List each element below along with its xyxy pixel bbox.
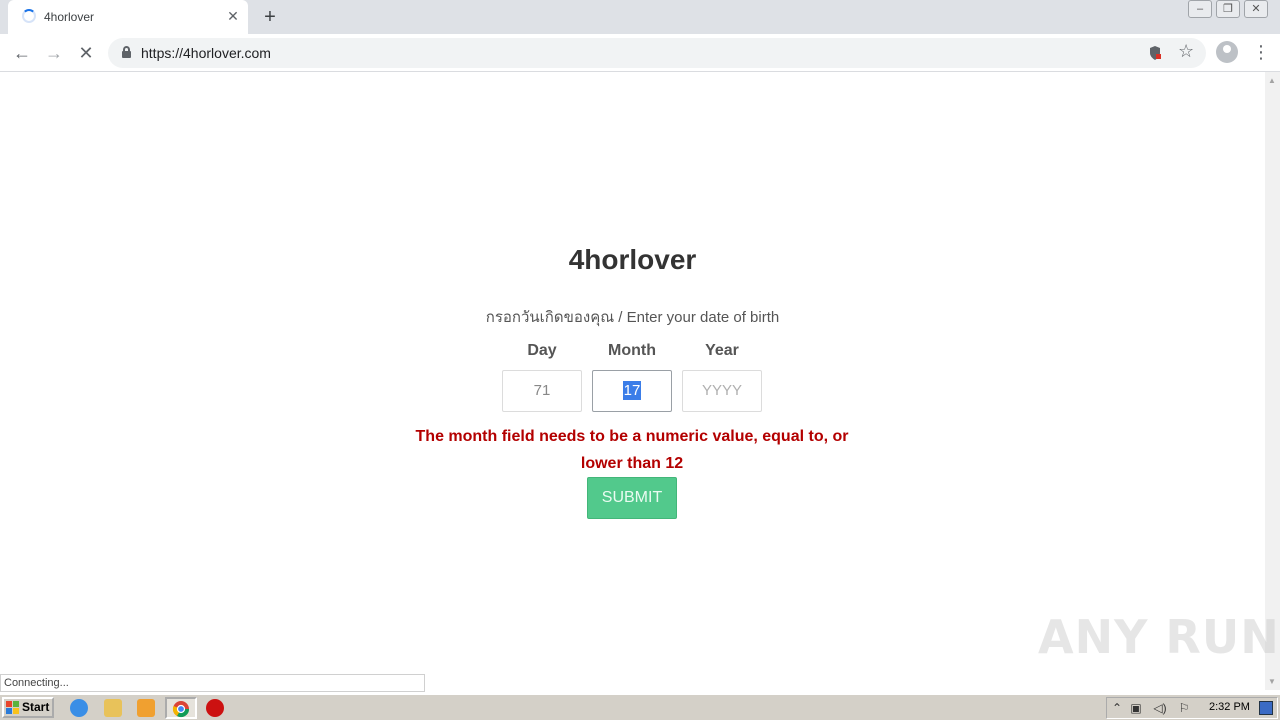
restore-icon[interactable]: ❐ — [1216, 0, 1240, 18]
bookmark-star-icon[interactable]: ☆ — [1178, 41, 1194, 62]
dob-prompt: กรอกวันเกิดของคุณ / Enter your date of b… — [485, 309, 780, 326]
chrome-icon — [172, 701, 190, 718]
submit-button[interactable]: SUBMIT — [587, 477, 677, 519]
windows-logo-icon — [6, 701, 19, 714]
stop-loading-icon[interactable]: ✕ — [74, 41, 98, 65]
day-input[interactable]: 71 — [502, 370, 582, 412]
kebab-menu-icon[interactable]: ⋮ — [1252, 41, 1270, 65]
scroll-up-icon[interactable]: ▲ — [1268, 76, 1277, 85]
vertical-scrollbar[interactable]: ▲ ▼ — [1265, 72, 1280, 690]
new-tab-button[interactable]: + — [258, 5, 282, 29]
loading-spinner-icon — [22, 9, 36, 23]
browser-toolbar: ← → ✕ https://4horlover.com ☆ ⋮ — [0, 34, 1280, 72]
tab-title: 4horlover — [44, 10, 95, 24]
forward-icon[interactable]: → — [42, 41, 66, 65]
close-tab-icon[interactable]: ✕ — [224, 7, 242, 25]
tray-expand-icon[interactable]: ⌃ — [1110, 701, 1124, 715]
profile-avatar-icon[interactable] — [1216, 41, 1238, 63]
year-label: Year — [705, 342, 739, 359]
year-input[interactable]: YYYY — [682, 370, 762, 412]
status-bar: Connecting... — [0, 674, 425, 692]
lock-icon[interactable] — [122, 46, 131, 58]
tab-strip: 4horlover ✕ + – ❐ ✕ — [0, 0, 1280, 34]
year-placeholder: YYYY — [701, 382, 743, 399]
stop-icon[interactable] — [206, 699, 224, 717]
site-title: 4horlover — [568, 244, 697, 275]
taskbar: Start ⌃ ▣ ◁) ⚐ 2:32 PM — [0, 694, 1280, 720]
show-desktop-icon[interactable] — [1259, 701, 1273, 715]
volume-icon[interactable]: ◁) — [1153, 701, 1167, 715]
address-bar[interactable]: https://4horlover.com ☆ — [108, 38, 1206, 68]
day-label: Day — [527, 342, 557, 359]
chrome-taskbar-button[interactable] — [165, 697, 197, 719]
anyrun-watermark: ANY RUN — [1038, 610, 1280, 664]
internet-explorer-icon[interactable] — [70, 699, 88, 717]
month-label: Month — [608, 342, 656, 359]
file-explorer-icon[interactable] — [104, 699, 122, 717]
month-value-selected: 17 — [622, 381, 642, 400]
system-tray: ⌃ ▣ ◁) ⚐ 2:32 PM — [1106, 697, 1278, 719]
clock[interactable]: 2:32 PM — [1209, 701, 1250, 713]
media-player-icon[interactable] — [137, 699, 155, 717]
close-window-icon[interactable]: ✕ — [1244, 0, 1268, 18]
minimize-icon[interactable]: – — [1188, 0, 1212, 18]
action-center-flag-icon[interactable]: ⚐ — [1177, 701, 1191, 715]
month-input[interactable]: 17 — [592, 370, 672, 412]
start-label: Start — [22, 700, 50, 714]
blocked-shield-icon[interactable] — [1148, 45, 1162, 61]
day-value: 71 — [533, 382, 551, 399]
validation-error: The month field needs to be a numeric va… — [415, 428, 849, 472]
scroll-down-icon[interactable]: ▼ — [1268, 677, 1277, 686]
url-text[interactable]: https://4horlover.com — [141, 45, 271, 61]
back-icon[interactable]: ← — [10, 41, 34, 65]
window-controls: – ❐ ✕ — [1188, 0, 1268, 18]
network-icon[interactable]: ▣ — [1129, 701, 1143, 715]
browser-tab[interactable]: 4horlover ✕ — [8, 0, 248, 34]
start-button[interactable]: Start — [2, 697, 54, 718]
